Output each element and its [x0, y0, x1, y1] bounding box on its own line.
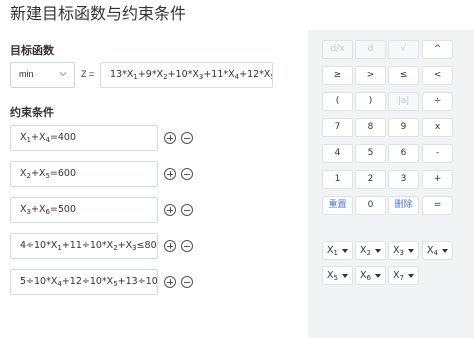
keypad-key[interactable]: >: [355, 66, 386, 85]
expr-text: +9*X: [137, 69, 164, 80]
keypad-key[interactable]: 7: [322, 118, 353, 137]
constraint-expression: 5÷10*X4+12÷10*X5+13÷10*X6≤90: [20, 276, 158, 288]
constraint-input[interactable]: 4÷10*X1+11÷10*X2+X3≤800: [10, 233, 158, 259]
expr-text: 13*X: [110, 69, 134, 80]
variable-label: X2: [360, 245, 371, 257]
objective-expression: 13*X1+9*X2+10*X3+11*X4+12*X5+8*X6: [110, 69, 272, 81]
constraint-input[interactable]: 5÷10*X4+12÷10*X5+13÷10*X6≤90: [10, 269, 158, 295]
keypad-panel: d/x d √ ^ ≥ > ≤ < () |a| ÷ 7 8 9 x 4 5 6- 1 2 3 + 重置 0 删除 = X1 X2 X…: [308, 30, 474, 338]
plus-circle-icon[interactable]: [164, 276, 176, 288]
expr-subscript: 5: [270, 73, 272, 81]
variable-label: X3: [393, 245, 404, 257]
expr-text: +12*X: [239, 69, 271, 80]
variable-label: X6: [360, 270, 371, 282]
keypad-key[interactable]: 9: [388, 118, 419, 137]
keypad-key: d: [355, 40, 386, 59]
expr-text: =500: [49, 204, 77, 215]
sense-value: min: [19, 69, 34, 79]
variable-key[interactable]: X1: [322, 241, 353, 260]
constraint-input[interactable]: X2+X5=600: [10, 161, 158, 187]
z-label: Z =: [81, 69, 95, 79]
variable-key[interactable]: X3: [388, 241, 419, 260]
keypad-key: √: [388, 40, 419, 59]
caret-down-icon: [408, 249, 414, 253]
plus-circle-icon[interactable]: [164, 240, 176, 252]
plus-circle-icon[interactable]: [164, 204, 176, 216]
keypad-key[interactable]: x: [422, 118, 453, 137]
variable-label: X7: [393, 270, 404, 282]
expr-text: =400: [49, 132, 77, 143]
plus-circle-icon[interactable]: [164, 132, 176, 144]
keypad-key[interactable]: ^: [422, 40, 453, 59]
variable-key[interactable]: X6: [355, 266, 386, 285]
constraint-input[interactable]: X1+X4=400: [10, 125, 158, 151]
expr-text: +10*X: [167, 69, 199, 80]
keypad-key[interactable]: 重置: [322, 196, 353, 215]
caret-down-icon: [375, 249, 381, 253]
variable-label: X5: [327, 270, 338, 282]
minus-circle-icon[interactable]: [181, 240, 193, 252]
keypad-key[interactable]: 5: [355, 144, 386, 163]
minus-circle-icon[interactable]: [181, 276, 193, 288]
variable-key[interactable]: X7: [388, 266, 419, 285]
keypad-key[interactable]: (: [322, 92, 353, 111]
keypad-key[interactable]: 4: [322, 144, 353, 163]
constraint-expression: X3+X6=500: [20, 204, 76, 216]
keypad-key[interactable]: =: [422, 196, 453, 215]
variable-label: X4: [427, 245, 438, 257]
plus-circle-icon[interactable]: [164, 168, 176, 180]
keypad-key[interactable]: -: [422, 144, 453, 163]
expr-text: +X: [30, 168, 46, 179]
keypad-key: d/x: [322, 40, 353, 59]
variable-key[interactable]: X2: [355, 241, 386, 260]
keypad-key[interactable]: <: [422, 66, 453, 85]
keypad-key: |a|: [388, 92, 419, 111]
keypad-key[interactable]: +: [422, 170, 453, 189]
keypad-key[interactable]: ): [355, 92, 386, 111]
expr-text: 5÷10*X: [20, 276, 58, 287]
dialog-title: 新建目标函数与约束条件: [10, 4, 187, 23]
expr-text: +13÷10*X: [117, 276, 158, 287]
expr-text: +X: [30, 132, 46, 143]
constraint-input[interactable]: X3+X6=500: [10, 197, 158, 223]
keypad-key[interactable]: ≥: [322, 66, 353, 85]
keypad-key[interactable]: 0: [355, 196, 386, 215]
keypad-key[interactable]: 删除: [388, 196, 419, 215]
sense-select[interactable]: min: [10, 62, 75, 88]
expr-text: =600: [49, 168, 77, 179]
keypad-key[interactable]: ÷: [422, 92, 453, 111]
caret-down-icon: [342, 249, 348, 253]
keypad-key[interactable]: 2: [355, 170, 386, 189]
expr-text: +12÷10*X: [61, 276, 114, 287]
objective-input[interactable]: 13*X1+9*X2+10*X3+11*X4+12*X5+8*X6: [100, 62, 273, 88]
expr-text: 4÷10*X: [20, 240, 58, 251]
caret-down-icon: [408, 274, 414, 278]
expr-text: +11*X: [203, 69, 235, 80]
caret-down-icon: [342, 274, 348, 278]
expr-text: +X: [117, 240, 133, 251]
keypad-key[interactable]: 1: [322, 170, 353, 189]
caret-down-icon: [375, 274, 381, 278]
constraints-section-label: 约束条件: [10, 106, 54, 119]
constraint-expression: X2+X5=600: [20, 168, 76, 180]
minus-circle-icon[interactable]: [181, 204, 193, 216]
constraint-expression: X1+X4=400: [20, 132, 76, 144]
minus-circle-icon[interactable]: [181, 132, 193, 144]
expr-text: +11÷10*X: [61, 240, 114, 251]
variable-key[interactable]: X4: [422, 241, 453, 260]
variable-label: X1: [327, 245, 338, 257]
keypad-key[interactable]: 6: [388, 144, 419, 163]
variable-key[interactable]: X5: [322, 266, 353, 285]
minus-circle-icon[interactable]: [181, 168, 193, 180]
objective-section-label: 目标函数: [10, 44, 54, 57]
keypad-key[interactable]: ≤: [388, 66, 419, 85]
constraint-expression: 4÷10*X1+11÷10*X2+X3≤800: [20, 240, 157, 252]
expr-text: +X: [30, 204, 46, 215]
expr-text: ≤800: [136, 240, 157, 251]
chevron-down-icon: [59, 72, 67, 77]
keypad-key[interactable]: 3: [388, 170, 419, 189]
keypad-key[interactable]: 8: [355, 118, 386, 137]
caret-down-icon: [442, 249, 448, 253]
